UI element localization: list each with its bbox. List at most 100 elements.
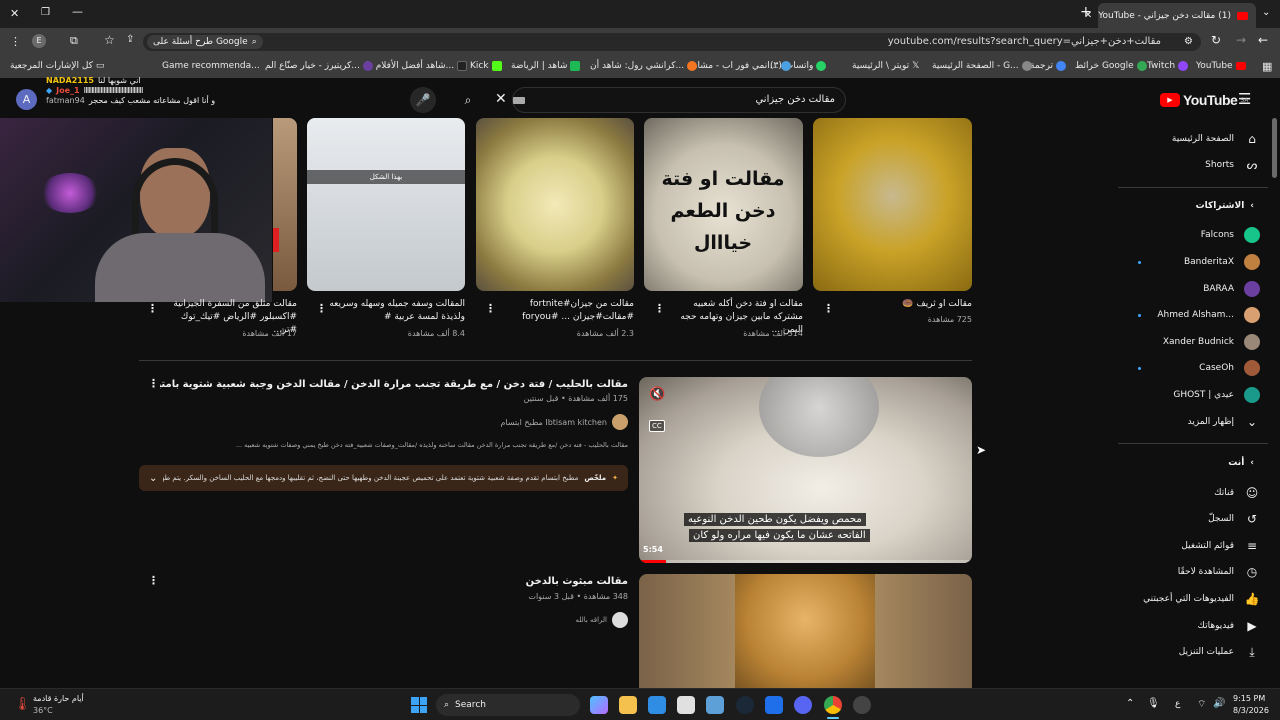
tab-search-icon[interactable]: ⌄ [1262, 7, 1270, 18]
search-button-icon[interactable]: ⌕ [455, 87, 481, 113]
share-icon[interactable]: ⇪ [126, 34, 134, 45]
chrome-icon[interactable] [824, 696, 842, 714]
bookmark-shahid-sports[interactable]: شاهد | الرياضة [511, 61, 581, 71]
close-window-icon[interactable]: ✕ [10, 7, 19, 20]
sidebar-liked[interactable]: الفيديوهات التي أعجبتني 👍 [1114, 587, 1260, 611]
copilot-icon[interactable] [590, 696, 608, 714]
clear-search-icon[interactable]: ✕ [495, 91, 507, 107]
volume-icon[interactable]: 🔊 [1213, 698, 1225, 709]
search-input[interactable]: مقالت دخن جيزاني ✕ [495, 87, 846, 113]
bookmark-creators[interactable]: كريتيرز - خيار صنّاع الم... [265, 61, 373, 71]
mic-tray-icon[interactable]: 🎙 [1147, 698, 1160, 709]
sidebar-sub[interactable]: BARAA [1114, 277, 1260, 301]
short-menu-icon[interactable]: ⋮ [485, 302, 496, 315]
sidebar-your-videos[interactable]: فيديوهاتك ▶ [1114, 614, 1260, 638]
short-title[interactable]: مقالت من جيزان#fortnite #مقالت#جيزان ...… [498, 298, 634, 324]
short-menu-icon[interactable]: ⋮ [316, 302, 327, 315]
site-settings-icon[interactable]: ⚙ [1184, 36, 1193, 47]
cc-button[interactable]: CC [649, 420, 665, 432]
short-title[interactable]: مقالت او ثريف 🍩 [836, 298, 972, 311]
bookmarks-grid-icon[interactable]: ▦ [1262, 60, 1272, 73]
short-thumbnail-4[interactable]: بهذا الشكل [307, 118, 465, 291]
sidebar-item-home[interactable]: الصفحة الرئيسية ⌂ [1114, 127, 1260, 151]
video-thumbnail-2[interactable] [639, 574, 972, 688]
sidebar-you-header[interactable]: أنت ‹ [1130, 458, 1254, 468]
start-windows-icon[interactable] [411, 697, 427, 713]
weather-icon[interactable]: 🌡 [14, 697, 31, 712]
sidebar-sub[interactable]: Xander Budnick [1114, 330, 1260, 354]
restore-window-icon[interactable]: ❐ [41, 7, 50, 18]
app-icon[interactable] [677, 696, 695, 714]
bookmark-twitter[interactable]: تويتر \ الرئيسية 𝕏 [852, 61, 919, 71]
bookmark-anime4up[interactable]: انمي فور اب - مشاهد... [688, 61, 792, 71]
sidebar-sub[interactable]: GHOST | عيدي [1114, 383, 1260, 407]
menu-kebab-icon[interactable]: ⋮ [10, 35, 21, 48]
short-thumbnail-5[interactable] [273, 118, 297, 291]
page-scrollbar[interactable] [1272, 118, 1277, 178]
bookmark-game-rec[interactable]: Game recommenda... [162, 61, 260, 71]
mute-icon[interactable]: 🔇 [649, 387, 665, 402]
wifi-icon[interactable]: ⌔ [1197, 698, 1206, 711]
account-avatar[interactable]: A [16, 89, 37, 110]
voice-search-icon[interactable]: 🎤 [410, 87, 436, 113]
sidebar-history[interactable]: السجلّ ↺ [1114, 507, 1260, 531]
bookmark-star-icon[interactable]: ☆ [104, 33, 115, 47]
bookmark-all[interactable]: كل الإشارات المرجعية ▭ [10, 61, 104, 71]
video-title[interactable]: مقالت بالحليب / فتة دخن / مع طريقة تجنب … [160, 378, 628, 391]
input-language[interactable]: ع [1175, 699, 1180, 709]
sidebar-sub[interactable]: CaseOh [1114, 356, 1260, 380]
extensions-icon[interactable]: ⧉ [70, 34, 78, 48]
mail-icon[interactable] [765, 696, 783, 714]
short-menu-icon[interactable]: ⋮ [147, 302, 158, 315]
video-thumbnail-1[interactable]: 🔇 CC محمص ويفضل يكون طحين الدخن النوعيه … [639, 377, 972, 563]
bookmark-crunchyroll[interactable]: كرانشي رول: شاهد أن... [590, 61, 698, 71]
progress-bar[interactable] [639, 560, 972, 563]
chevron-down-icon[interactable]: ⌄ [149, 473, 157, 484]
sidebar-watch-later[interactable]: المشاهدة لاحقًا ◷ [1114, 560, 1260, 584]
ask-google-chip[interactable]: طرح أسئلة على Google ⌕ [147, 35, 263, 49]
address-bar[interactable]: طرح أسئلة على Google ⌕ youtube.com/resul… [143, 33, 1201, 51]
youtube-logo[interactable]: ▶ YouTube SA [1160, 92, 1248, 108]
settings-gear-icon[interactable] [853, 696, 871, 714]
bookmark-kick[interactable]: Kick [470, 61, 502, 71]
video-title[interactable]: مقالت مبثوث بالدخن [300, 575, 628, 588]
profile-icon[interactable]: E [32, 34, 46, 48]
ai-summary-box[interactable]: ✦ ملخّص مطبخ ابتسام تقدم وصفة شعبية شتوي… [139, 465, 628, 491]
short-thumbnail-2[interactable]: مقالت او فتة دخن الطعم خيااال [644, 118, 803, 291]
sidebar-sub[interactable]: Falcons [1114, 223, 1260, 247]
tray-overflow-icon[interactable]: ⌃ [1126, 698, 1134, 709]
clock-date[interactable]: 8/3/2026 [1233, 706, 1269, 715]
bookmark-twitch[interactable]: Twitch [1147, 61, 1189, 71]
sidebar-sub[interactable]: Ahmed Alsham... [1114, 303, 1260, 327]
reload-icon[interactable]: ↻ [1211, 33, 1221, 47]
clock-time[interactable]: 9:15 PM [1233, 694, 1265, 703]
bookmark-shahid-movies[interactable]: شاهد أفضل الأفلام وا... [366, 61, 468, 71]
tab-youtube[interactable]: (1) مقالت دخن جيزاني - YouTube ✕ [1084, 3, 1256, 28]
sidebar-sub[interactable]: BanderitaX [1114, 250, 1260, 274]
channel-row[interactable]: مطبخ ابتسام Ibtisam kitchen [450, 414, 628, 430]
short-thumbnail-3[interactable] [476, 118, 634, 291]
bookmark-home[interactable]: الصفحة الرئيسية - G... [932, 61, 1032, 71]
channel-row[interactable]: الراقه بالله [450, 612, 628, 628]
app-icon[interactable] [706, 696, 724, 714]
short-title[interactable]: المقالت وسفه جميله وسهله وسريعه ولذيذة ل… [329, 298, 465, 324]
short-menu-icon[interactable]: ⋮ [823, 302, 834, 315]
bookmark-youtube[interactable]: YouTube [1196, 61, 1246, 71]
sidebar-item-shorts[interactable]: Shorts ᔕ [1114, 153, 1260, 177]
sidebar-downloads[interactable]: عمليات التنزيل ⤓ [1114, 640, 1260, 664]
minimize-window-icon[interactable]: — [72, 5, 83, 18]
short-menu-icon[interactable]: ⋮ [654, 302, 665, 315]
file-explorer-icon[interactable] [619, 696, 637, 714]
sidebar-your-channel[interactable]: قناتك ☺ [1114, 481, 1260, 505]
keyboard-icon[interactable] [513, 97, 525, 104]
discord-icon[interactable] [794, 696, 812, 714]
close-tab-icon[interactable]: ✕ [1084, 10, 1092, 21]
video-menu-icon[interactable]: ⋮ [148, 377, 159, 390]
forward-icon[interactable]: → [1236, 33, 1246, 47]
store-icon[interactable] [648, 696, 666, 714]
steam-icon[interactable] [736, 696, 754, 714]
video-menu-icon[interactable]: ⋮ [148, 574, 159, 587]
bookmark-maps[interactable]: خرائط Google [1075, 61, 1147, 71]
sidebar-playlists[interactable]: قوائم التشغيل ≡ [1114, 534, 1260, 558]
taskbar-search[interactable]: ⌕ Search [436, 694, 580, 716]
